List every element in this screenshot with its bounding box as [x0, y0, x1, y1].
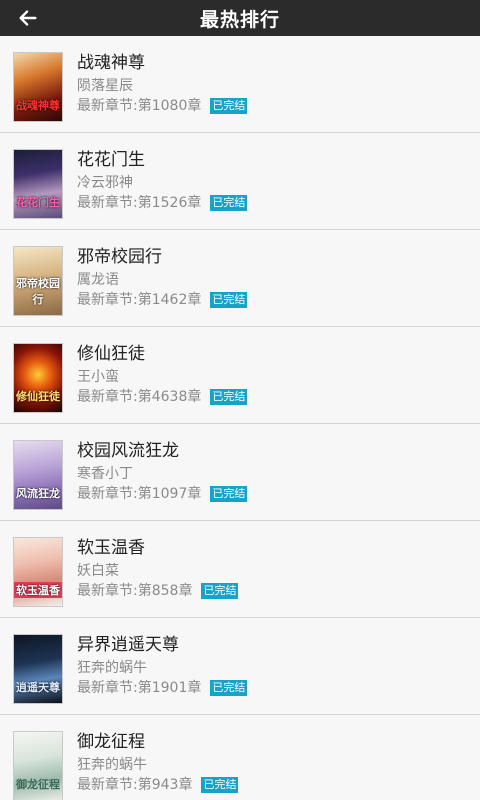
chapter-number: 第943章 [137, 777, 193, 793]
book-cover: 逍遥天尊 [13, 634, 63, 704]
book-cover: 御龙征程 [13, 731, 63, 800]
book-cover-title: 花花门生 [16, 196, 60, 209]
book-title: 异界逍遥天尊 [77, 635, 179, 655]
book-list: 战魂神尊 战魂神尊 陨落星辰 最新章节:第1080章 已完结 花花门生 花花门生 … [0, 36, 480, 800]
arrow-left-icon [19, 10, 37, 26]
status-badge: 已完结 [210, 680, 248, 696]
list-item[interactable]: 花花门生 花花门生 冷云邪神 最新章节:第1526章 已完结 [0, 133, 480, 230]
book-latest-chapter: 最新章节:第1901章 已完结 [77, 679, 248, 697]
chapter-number: 第1097章 [137, 486, 202, 502]
book-title: 战魂神尊 [77, 53, 145, 73]
book-cover-title: 修仙狂徒 [16, 390, 60, 403]
status-badge: 已完结 [201, 583, 239, 599]
book-cover: 修仙狂徒 [13, 343, 63, 413]
chapter-prefix: 最新章节: [77, 98, 138, 114]
book-title: 校园风流狂龙 [77, 441, 179, 461]
list-item[interactable]: 邪帝校园行 邪帝校园行 厲龙语 最新章节:第1462章 已完结 [0, 230, 480, 327]
chapter-number: 第1526章 [137, 195, 202, 211]
book-latest-chapter: 最新章节:第1080章 已完结 [77, 97, 248, 115]
book-title: 花花门生 [77, 150, 145, 170]
book-cover-title: 软玉温香 [14, 582, 62, 598]
book-title: 软玉温香 [77, 538, 145, 558]
chapter-prefix: 最新章节: [77, 195, 138, 211]
chapter-number: 第858章 [137, 583, 193, 599]
list-item[interactable]: 软玉温香 软玉温香 妖白菜 最新章节:第858章 已完结 [0, 521, 480, 618]
list-item[interactable]: 御龙征程 御龙征程 狂奔的蜗牛 最新章节:第943章 已完结 [0, 715, 480, 800]
book-latest-chapter: 最新章节:第1097章 已完结 [77, 485, 248, 503]
status-badge: 已完结 [210, 292, 248, 308]
book-title: 御龙征程 [77, 732, 145, 752]
chapter-number: 第1462章 [137, 292, 202, 308]
top-bar: 最热排行 [0, 0, 480, 36]
book-author: 狂奔的蜗牛 [77, 660, 147, 676]
status-badge: 已完结 [210, 98, 248, 114]
book-author: 王小蛮 [77, 369, 119, 385]
book-cover-title: 邪帝校园行 [16, 277, 60, 306]
book-title: 修仙狂徒 [77, 344, 145, 364]
book-latest-chapter: 最新章节:第858章 已完结 [77, 582, 239, 600]
book-cover-title: 风流狂龙 [16, 487, 60, 500]
book-author: 妖白菜 [77, 563, 119, 579]
chapter-prefix: 最新章节: [77, 583, 138, 599]
book-cover-title: 战魂神尊 [16, 99, 60, 112]
book-cover-title: 逍遥天尊 [16, 681, 60, 694]
list-item[interactable]: 风流狂龙 校园风流狂龙 寒香小丁 最新章节:第1097章 已完结 [0, 424, 480, 521]
status-badge: 已完结 [210, 486, 248, 502]
book-cover-title: 御龙征程 [16, 778, 60, 791]
status-badge: 已完结 [210, 389, 248, 405]
status-badge: 已完结 [201, 777, 239, 793]
chapter-prefix: 最新章节: [77, 680, 138, 696]
chapter-number: 第1080章 [137, 98, 202, 114]
book-cover: 战魂神尊 [13, 52, 63, 122]
book-author: 狂奔的蜗牛 [77, 757, 147, 773]
list-item[interactable]: 逍遥天尊 异界逍遥天尊 狂奔的蜗牛 最新章节:第1901章 已完结 [0, 618, 480, 715]
chapter-number: 第1901章 [137, 680, 202, 696]
status-badge: 已完结 [210, 195, 248, 211]
chapter-prefix: 最新章节: [77, 486, 138, 502]
list-item[interactable]: 修仙狂徒 修仙狂徒 王小蛮 最新章节:第4638章 已完结 [0, 327, 480, 424]
book-cover: 风流狂龙 [13, 440, 63, 510]
book-cover: 花花门生 [13, 149, 63, 219]
chapter-prefix: 最新章节: [77, 292, 138, 308]
book-latest-chapter: 最新章节:第1526章 已完结 [77, 194, 248, 212]
book-author: 冷云邪神 [77, 175, 133, 191]
book-author: 陨落星辰 [77, 78, 133, 94]
chapter-prefix: 最新章节: [77, 777, 138, 793]
back-button[interactable] [8, 0, 48, 36]
book-title: 邪帝校园行 [77, 247, 162, 267]
chapter-prefix: 最新章节: [77, 389, 138, 405]
book-latest-chapter: 最新章节:第4638章 已完结 [77, 388, 248, 406]
book-author: 寒香小丁 [77, 466, 133, 482]
book-latest-chapter: 最新章节:第943章 已完结 [77, 776, 239, 794]
book-cover: 软玉温香 [13, 537, 63, 607]
book-cover: 邪帝校园行 [13, 246, 63, 316]
chapter-number: 第4638章 [137, 389, 202, 405]
page-title: 最热排行 [199, 8, 280, 31]
book-author: 厲龙语 [77, 272, 119, 288]
list-item[interactable]: 战魂神尊 战魂神尊 陨落星辰 最新章节:第1080章 已完结 [0, 36, 480, 133]
book-latest-chapter: 最新章节:第1462章 已完结 [77, 291, 248, 309]
